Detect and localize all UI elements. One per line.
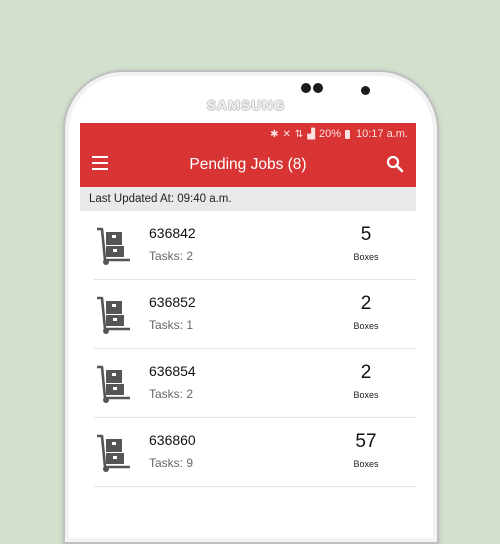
job-tasks: Tasks: 2 [149, 249, 194, 263]
box-unit: Boxes [353, 459, 379, 469]
job-row[interactable]: 636860 Tasks: 9 57 Boxes [80, 418, 416, 487]
job-id: 636842 [149, 225, 196, 241]
row-divider [94, 486, 416, 487]
sensor-icon [313, 83, 323, 93]
mute-icon: ✕ [282, 128, 291, 140]
last-updated-bar: Last Updated At: 09:40 a.m. [80, 187, 416, 211]
job-row[interactable]: 636852 Tasks: 1 2 Boxes [80, 280, 416, 349]
box-unit: Boxes [353, 390, 379, 400]
job-id: 636860 [149, 432, 196, 448]
job-row[interactable]: 636854 Tasks: 2 2 Boxes [80, 349, 416, 418]
battery-icon [345, 129, 351, 139]
box-count: 2 [360, 362, 372, 383]
job-tasks: Tasks: 2 [149, 387, 194, 401]
page-title: Pending Jobs (8) [189, 156, 307, 173]
job-tasks: Tasks: 9 [149, 456, 194, 470]
box-unit: Boxes [353, 321, 379, 331]
device-brand: SAMSUNG [206, 97, 286, 113]
search-icon[interactable] [386, 155, 404, 173]
hand-truck-icon [97, 365, 130, 403]
battery-percent: 20% [318, 128, 342, 140]
hand-truck-icon [97, 296, 130, 334]
box-count: 5 [360, 224, 372, 245]
job-id: 636854 [149, 363, 196, 379]
bluetooth-icon: ✱ [270, 128, 279, 140]
data-icon: ⇅ [294, 128, 304, 140]
status-bar: ✱ ✕ ⇅ ▟ 20% 10:17 a.m. [270, 126, 408, 142]
status-time: 10:17 a.m. [356, 128, 408, 140]
hand-truck-icon [97, 434, 130, 472]
job-tasks: Tasks: 1 [149, 318, 194, 332]
box-unit: Boxes [353, 252, 379, 262]
app-screen: ✱ ✕ ⇅ ▟ 20% 10:17 a.m. Pending Jobs (8) … [80, 123, 416, 500]
job-row[interactable]: 636842 Tasks: 2 5 Boxes [80, 211, 416, 280]
hand-truck-icon [97, 227, 130, 265]
app-bar: ✱ ✕ ⇅ ▟ 20% 10:17 a.m. Pending Jobs (8) [80, 123, 416, 187]
sensor-icon [301, 83, 311, 93]
signal-icon: ▟ [307, 128, 315, 140]
box-count: 2 [360, 293, 372, 314]
box-count: 57 [355, 431, 377, 452]
job-id: 636852 [149, 294, 196, 310]
front-camera-icon [361, 86, 370, 95]
